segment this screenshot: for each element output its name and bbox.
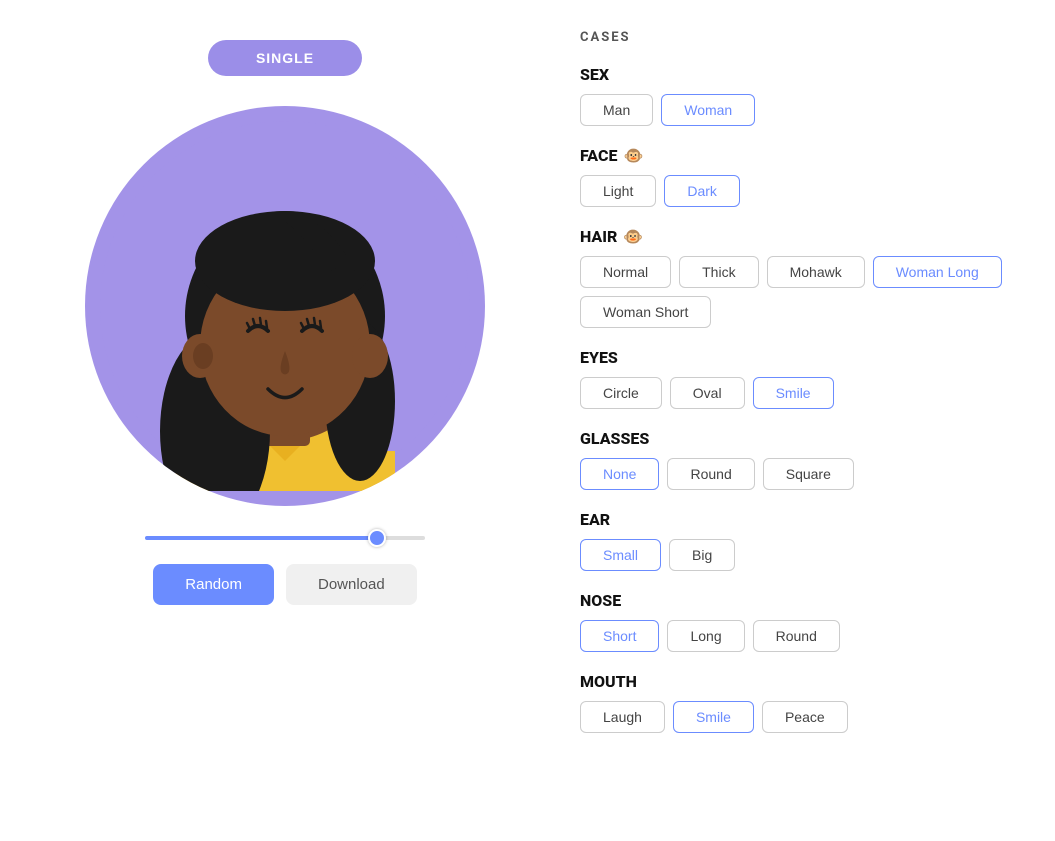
option-nose-short[interactable]: Short: [580, 620, 659, 652]
size-slider-container: [145, 536, 425, 540]
section-sex: SEX ManWoman: [580, 65, 1025, 126]
section-label-glasses: GLASSES: [580, 429, 1025, 448]
right-panel: CASES SEX ManWoman FACE🐵 LightDark HAIR🐵 Norm…: [570, 20, 1055, 821]
option-face-dark[interactable]: Dark: [664, 175, 740, 207]
section-label-hair: HAIR🐵: [580, 227, 1025, 246]
option-mouth-peace[interactable]: Peace: [762, 701, 848, 733]
option-hair-woman-short[interactable]: Woman Short: [580, 296, 711, 328]
option-glasses-square[interactable]: Square: [763, 458, 854, 490]
options-row-nose: ShortLong Round: [580, 620, 1025, 652]
option-hair-woman-long[interactable]: Woman Long: [873, 256, 1002, 288]
single-button[interactable]: SINGLE: [208, 40, 362, 76]
download-button[interactable]: Download: [286, 564, 417, 605]
hair-icon: 🐵: [623, 227, 643, 246]
option-nose-round[interactable]: Round: [753, 620, 840, 652]
option-eyes-circle[interactable]: Circle: [580, 377, 662, 409]
section-glasses: GLASSES NoneRound Square: [580, 429, 1025, 490]
option-sex-woman[interactable]: Woman: [661, 94, 755, 126]
section-label-face: FACE🐵: [580, 146, 1025, 165]
section-label-eyes: EYES: [580, 348, 1025, 367]
option-glasses-round[interactable]: Round: [667, 458, 754, 490]
option-eyes-smile[interactable]: Smile: [753, 377, 834, 409]
options-row-hair: NormalThick MohawkWoman Long Woman Short: [580, 256, 1025, 328]
section-label-ear: EAR: [580, 510, 1025, 529]
options-row-ear: SmallBig: [580, 539, 1025, 571]
random-button[interactable]: Random: [153, 564, 274, 605]
options-row-eyes: CircleOvalSmile: [580, 377, 1025, 409]
option-sex-man[interactable]: Man: [580, 94, 653, 126]
section-label-sex: SEX: [580, 65, 1025, 84]
left-panel: SINGLE: [0, 20, 570, 821]
section-label-mouth: MOUTH: [580, 672, 1025, 691]
section-nose: NOSE ShortLong Round: [580, 591, 1025, 652]
section-hair: HAIR🐵 NormalThick MohawkWoman Long Woman Sh…: [580, 227, 1025, 328]
avatar-svg: [100, 121, 470, 491]
options-row-mouth: LaughSmilePeace: [580, 701, 1025, 733]
size-slider[interactable]: [145, 536, 425, 540]
option-nose-long[interactable]: Long: [667, 620, 744, 652]
sections-container: SEX ManWoman FACE🐵 LightDark HAIR🐵 NormalThic…: [580, 65, 1025, 733]
option-face-light[interactable]: Light: [580, 175, 656, 207]
section-label-nose: NOSE: [580, 591, 1025, 610]
cases-title: CASES: [580, 30, 1025, 45]
option-mouth-smile[interactable]: Smile: [673, 701, 754, 733]
action-buttons: Random Download: [153, 564, 416, 605]
section-mouth: MOUTH LaughSmilePeace: [580, 672, 1025, 733]
option-glasses-none[interactable]: None: [580, 458, 659, 490]
option-ear-big[interactable]: Big: [669, 539, 735, 571]
section-face: FACE🐵 LightDark: [580, 146, 1025, 207]
option-eyes-oval[interactable]: Oval: [670, 377, 745, 409]
options-row-face: LightDark: [580, 175, 1025, 207]
options-row-sex: ManWoman: [580, 94, 1025, 126]
avatar-container: [85, 106, 485, 506]
option-mouth-laugh[interactable]: Laugh: [580, 701, 665, 733]
option-hair-mohawk[interactable]: Mohawk: [767, 256, 865, 288]
face-icon: 🐵: [623, 146, 643, 165]
option-ear-small[interactable]: Small: [580, 539, 661, 571]
option-hair-normal[interactable]: Normal: [580, 256, 671, 288]
option-hair-thick[interactable]: Thick: [679, 256, 758, 288]
section-ear: EAR SmallBig: [580, 510, 1025, 571]
options-row-glasses: NoneRound Square: [580, 458, 1025, 490]
section-eyes: EYES CircleOvalSmile: [580, 348, 1025, 409]
